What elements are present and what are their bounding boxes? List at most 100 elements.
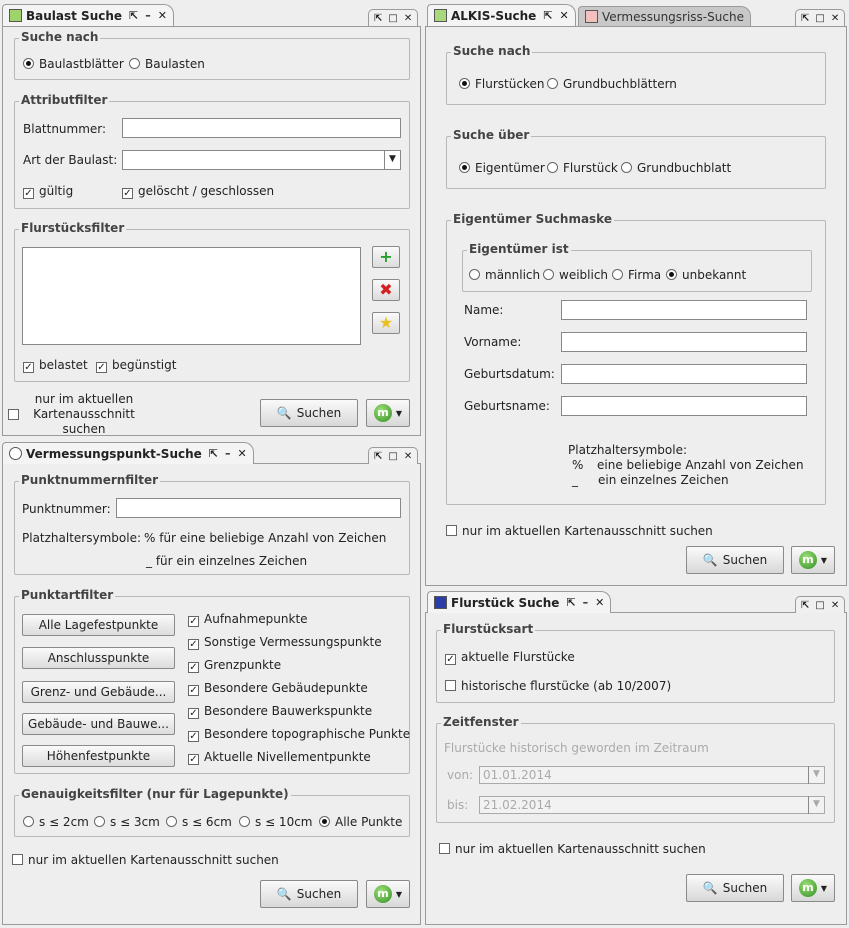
gebaeude-bauwerk-button[interactable]: Gebäude- und Bauwe...: [22, 713, 175, 735]
undock-icon[interactable]: ⇱: [374, 13, 382, 24]
radio-maennlich[interactable]: männlich: [469, 268, 540, 282]
checkbox-bauwerkspunkte[interactable]: ✓ Besondere Bauwerkspunkte: [188, 704, 372, 719]
radio-3cm[interactable]: s ≤ 3cm: [94, 815, 160, 829]
close-icon[interactable]: ✕: [238, 447, 247, 460]
add-icon[interactable]: +: [372, 246, 400, 268]
m-menu-button-baulast[interactable]: m ▼: [366, 399, 410, 427]
radio-unbekannt[interactable]: unbekannt: [666, 268, 746, 282]
close-icon[interactable]: ✕: [831, 13, 839, 24]
checkbox-map-only-vermessung[interactable]: nur im aktuellen Kartenausschnitt suchen: [12, 853, 279, 867]
alkis-suche-nach-group: Suche nach Flurstücken Grundbuchblättern: [446, 44, 826, 105]
checkbox-map-only-alkis[interactable]: nur im aktuellen Kartenausschnitt suchen: [446, 524, 713, 538]
minimize-icon[interactable]: –: [583, 596, 589, 609]
tab-flurstueck-suche[interactable]: Flurstück Suche ⇱ – ✕: [427, 591, 612, 613]
search-icon: 🔍: [276, 887, 292, 901]
chevron-down-icon[interactable]: ▼: [384, 150, 400, 170]
undock-icon[interactable]: ⇱: [543, 9, 552, 22]
tab-vermessungspunkt-suche[interactable]: Vermessungspunkt-Suche ⇱ – ✕: [2, 442, 254, 464]
radio-flurstueck[interactable]: Flurstück: [547, 161, 618, 175]
close-icon[interactable]: ✕: [595, 596, 604, 609]
undock-icon[interactable]: ⇱: [566, 596, 575, 609]
radio-baulastblaetter[interactable]: Baulastblätter: [23, 57, 124, 71]
art-der-baulast-select[interactable]: ▼: [122, 150, 401, 170]
chevron-down-icon: ▼: [820, 883, 828, 893]
remove-icon[interactable]: ✖: [372, 279, 400, 301]
search-button-baulast[interactable]: 🔍 Suchen: [260, 399, 358, 427]
checkbox-historische[interactable]: historische flurstücke (ab 10/2007): [445, 679, 671, 693]
window-controls: ⇱ □ ✕: [368, 9, 419, 26]
flurstueck-list[interactable]: [22, 247, 361, 345]
blattnummer-input[interactable]: [122, 118, 401, 138]
anschlusspunkte-button[interactable]: Anschlusspunkte: [22, 647, 175, 669]
crosshair-icon: [9, 447, 22, 460]
checkbox-nivellement[interactable]: ✓ Aktuelle Nivellementpunkte: [188, 750, 371, 765]
radio-eigentuemer[interactable]: Eigentümer: [459, 161, 545, 175]
m-menu-button-alkis[interactable]: m ▼: [791, 546, 835, 574]
undock-icon[interactable]: ⇱: [801, 600, 809, 611]
checkbox-belastet[interactable]: ✓ belastet: [23, 358, 88, 373]
maximize-icon[interactable]: □: [388, 13, 397, 24]
undock-icon[interactable]: ⇱: [209, 447, 218, 460]
m-menu-button-vermessung[interactable]: m ▼: [366, 880, 410, 908]
checkbox-aktuelle[interactable]: ✓ aktuelle Flurstücke: [445, 650, 575, 665]
close-icon[interactable]: ✕: [158, 9, 167, 22]
radio-alle-punkte[interactable]: Alle Punkte: [319, 815, 402, 829]
search-icon: 🔍: [276, 406, 292, 420]
radio-grundbuchblaettern[interactable]: Grundbuchblättern: [547, 77, 677, 91]
checkbox-geloescht[interactable]: ✓ gelöscht / geschlossen: [122, 184, 274, 199]
vorname-input[interactable]: [561, 332, 807, 352]
m-icon: m: [373, 404, 392, 422]
search-icon: 🔍: [702, 553, 718, 567]
radio-2cm[interactable]: s ≤ 2cm: [23, 815, 89, 829]
close-icon[interactable]: ✕: [404, 451, 412, 462]
radio-baulasten[interactable]: Baulasten: [129, 57, 205, 71]
chevron-down-icon: ▼: [808, 766, 824, 784]
maximize-icon[interactable]: □: [815, 600, 824, 611]
search-button-alkis[interactable]: 🔍 Suchen: [686, 546, 784, 574]
radio-firma[interactable]: Firma: [612, 268, 661, 282]
maximize-icon[interactable]: □: [815, 13, 824, 24]
minimize-icon[interactable]: –: [145, 9, 151, 22]
checkbox-map-only-flurstueck[interactable]: nur im aktuellen Kartenausschnitt suchen: [439, 842, 706, 856]
minimize-icon[interactable]: –: [225, 447, 231, 460]
punktnummer-input[interactable]: [116, 498, 401, 518]
checkbox-gueltig[interactable]: ✓ gültig: [23, 184, 73, 199]
checkbox-aufnahmepunkte[interactable]: ✓ Aufnahmepunkte: [188, 612, 308, 627]
tab-baulast-suche[interactable]: Baulast Suche ⇱ – ✕: [2, 4, 174, 26]
suche-nach-group: Suche nach Baulastblätter Baulasten: [14, 30, 410, 80]
checkbox-map-only-baulast[interactable]: [8, 409, 19, 420]
window-controls: ⇱ □ ✕: [795, 9, 846, 26]
m-menu-button-flurstueck[interactable]: m ▼: [791, 874, 835, 902]
search-button-flurstueck[interactable]: 🔍 Suchen: [686, 874, 784, 902]
attributfilter-group: Attributfilter Blattnummer: Art der Baul…: [14, 93, 410, 209]
alle-lagefestpunkte-button[interactable]: Alle Lagefestpunkte: [22, 614, 175, 636]
geburtsdatum-input[interactable]: [561, 364, 807, 384]
checkbox-gebaeudepunkte[interactable]: ✓ Besondere Gebäudepunkte: [188, 681, 368, 696]
close-icon[interactable]: ✕: [404, 13, 412, 24]
radio-10cm[interactable]: s ≤ 10cm: [239, 815, 313, 829]
radio-flurstuecken[interactable]: Flurstücken: [459, 77, 544, 91]
checkbox-topographische[interactable]: ✓ Besondere topographische Punkte: [188, 727, 410, 742]
add-favorite-icon[interactable]: ★: [372, 312, 400, 334]
radio-6cm[interactable]: s ≤ 6cm: [166, 815, 232, 829]
undock-icon[interactable]: ⇱: [129, 9, 138, 22]
geburtsname-input[interactable]: [561, 396, 807, 416]
close-icon[interactable]: ✕: [831, 600, 839, 611]
grenz-gebaeude-button[interactable]: Grenz- und Gebäude...: [22, 681, 175, 703]
tab-vermessungsriss-suche[interactable]: Vermessungsriss-Suche: [578, 6, 751, 26]
checkbox-beguenstigt[interactable]: ✓ begünstigt: [96, 358, 176, 373]
checkbox-sonstige[interactable]: ✓ Sonstige Vermessungspunkte: [188, 635, 382, 650]
undock-icon[interactable]: ⇱: [801, 13, 809, 24]
search-button-vermessung[interactable]: 🔍 Suchen: [260, 880, 358, 908]
tab-alkis-suche[interactable]: ALKIS-Suche ⇱ ✕: [427, 4, 576, 26]
radio-grundbuchblatt[interactable]: Grundbuchblatt: [621, 161, 731, 175]
checkbox-grenzpunkte[interactable]: ✓ Grenzpunkte: [188, 658, 281, 673]
close-icon[interactable]: ✕: [560, 9, 569, 22]
name-input[interactable]: [561, 300, 807, 320]
radio-weiblich[interactable]: weiblich: [543, 268, 608, 282]
chevron-down-icon: ▼: [395, 408, 403, 418]
hoehenfestpunkte-button[interactable]: Höhenfestpunkte: [22, 745, 175, 767]
alkis-icon: [434, 9, 447, 22]
maximize-icon[interactable]: □: [388, 451, 397, 462]
undock-icon[interactable]: ⇱: [374, 451, 382, 462]
